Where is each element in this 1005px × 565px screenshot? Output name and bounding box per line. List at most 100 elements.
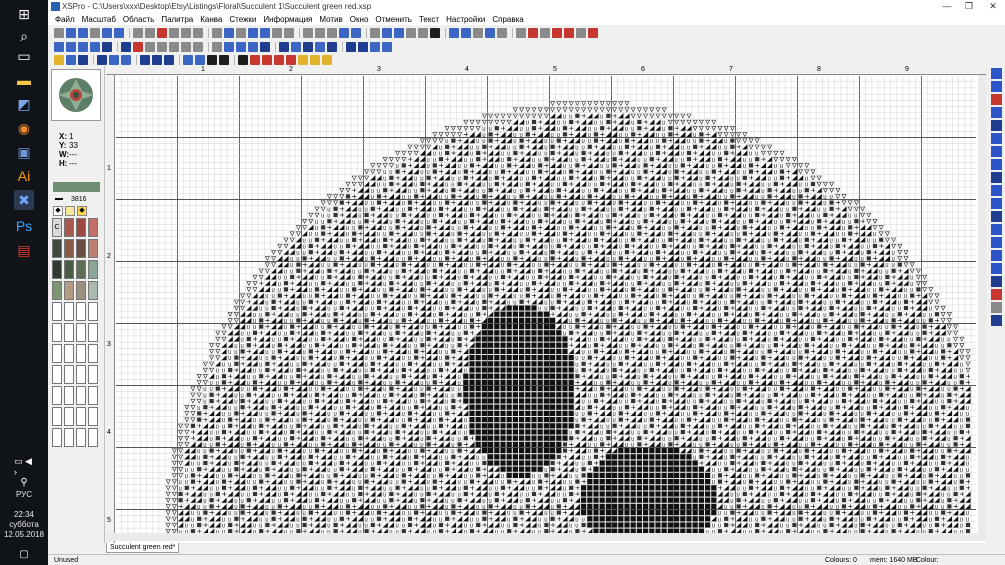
toolbar-tool-icon[interactable] (66, 41, 76, 52)
toolbar-tool-icon[interactable] (552, 27, 562, 38)
toolbar-tool-icon[interactable] (576, 27, 586, 38)
toolbar-tool-icon[interactable] (224, 27, 234, 38)
palette-empty-slot[interactable] (88, 323, 98, 342)
palette-swatch[interactable] (76, 218, 86, 237)
stitch-tool-icon[interactable] (991, 81, 1002, 92)
stitch-tool-icon[interactable] (991, 315, 1002, 326)
toolbar-tool-icon[interactable] (358, 41, 368, 52)
toolbar-tool-icon[interactable] (181, 27, 191, 38)
toolbar-tool-icon[interactable] (181, 41, 191, 52)
toolbar-tool-icon[interactable] (90, 27, 100, 38)
stitch-tool-icon[interactable] (991, 172, 1002, 183)
toolbar-tool-icon[interactable] (66, 54, 76, 65)
menu-text[interactable]: Текст (419, 15, 439, 24)
diamond-icon[interactable]: ◆ (77, 206, 87, 216)
palette-swatch[interactable] (52, 260, 62, 279)
stitch-tool-icon[interactable] (991, 107, 1002, 118)
stitch-tool-icon[interactable] (991, 302, 1002, 313)
palette-swatch[interactable] (64, 239, 74, 258)
palette-empty-slot[interactable] (88, 302, 98, 321)
keyboard-language[interactable]: РУС (0, 490, 48, 499)
toolbar-tool-icon[interactable] (145, 27, 155, 38)
vertical-scrollbar[interactable] (978, 75, 986, 533)
palette-swatch[interactable] (76, 281, 86, 300)
toolbar-tool-icon[interactable] (540, 27, 550, 38)
toolbar-tool-icon[interactable] (78, 41, 88, 52)
toolbar-tool-icon[interactable] (121, 41, 131, 52)
stitch-tool-icon[interactable] (991, 250, 1002, 261)
palette-empty-slot[interactable] (52, 302, 62, 321)
stitch-tool-icon[interactable] (991, 263, 1002, 274)
stitch-tool-icon[interactable] (991, 211, 1002, 222)
toolbar-tool-icon[interactable] (315, 41, 325, 52)
palette-empty-slot[interactable] (76, 323, 86, 342)
toolbar-tool-icon[interactable] (516, 27, 526, 38)
toolbar-tool-icon[interactable] (382, 27, 392, 38)
toolbar-tool-icon[interactable] (485, 27, 495, 38)
palette-empty-slot[interactable] (64, 428, 74, 447)
toolbar-tool-icon[interactable] (238, 54, 248, 65)
taskbar-clock[interactable]: 22:34 суббота 12.05.2018 (0, 510, 48, 540)
restore-button[interactable]: ❐ (958, 0, 980, 13)
highlight-swatch[interactable] (65, 206, 75, 216)
desktop-app-icon[interactable]: ◩ (14, 94, 34, 114)
palette-empty-slot[interactable] (76, 344, 86, 363)
xspro-taskbar-icon[interactable]: ✖ (14, 190, 34, 210)
toolbar-tool-icon[interactable] (418, 27, 428, 38)
menu-settings[interactable]: Настройки (446, 15, 485, 24)
toolbar-tool-icon[interactable] (327, 27, 337, 38)
palette-swatch[interactable] (52, 239, 62, 258)
toolbar-tool-icon[interactable] (164, 54, 174, 65)
palette-swatch[interactable] (88, 260, 98, 279)
toolbar-tool-icon[interactable] (327, 41, 337, 52)
menu-window[interactable]: Окно (350, 15, 369, 24)
toolbar-tool-icon[interactable] (473, 27, 483, 38)
palette-empty-slot[interactable] (88, 386, 98, 405)
toolbar-tool-icon[interactable] (54, 54, 64, 65)
horizontal-scrollbar[interactable] (106, 533, 986, 541)
illustrator-icon[interactable]: Ai (14, 166, 34, 186)
toolbar-tool-icon[interactable] (152, 54, 162, 65)
menu-file[interactable]: Файл (55, 15, 75, 24)
toolbar-tool-icon[interactable] (97, 54, 107, 65)
palette-empty-slot[interactable] (52, 428, 62, 447)
toolbar-tool-icon[interactable] (291, 41, 301, 52)
toolbar-tool-icon[interactable] (260, 41, 270, 52)
palette-empty-slot[interactable] (76, 302, 86, 321)
toolbar-tool-icon[interactable] (284, 27, 294, 38)
document-tab[interactable]: Succulent green red* (106, 543, 180, 553)
network-icon[interactable]: ⚲ (14, 472, 34, 492)
stitch-tool-icon[interactable] (991, 120, 1002, 131)
toolbar-tool-icon[interactable] (339, 27, 349, 38)
toolbar-tool-icon[interactable] (183, 54, 193, 65)
palette-empty-slot[interactable] (88, 428, 98, 447)
menu-motif[interactable]: Мотив (319, 15, 342, 24)
toolbar-tool-icon[interactable] (109, 54, 119, 65)
toolbar-tool-icon[interactable] (193, 27, 203, 38)
palette-empty-slot[interactable] (76, 386, 86, 405)
toolbar-tool-icon[interactable] (497, 27, 507, 38)
menu-palette[interactable]: Палитра (161, 15, 193, 24)
search-icon[interactable]: ⌕ (14, 26, 34, 46)
palette-empty-slot[interactable] (64, 407, 74, 426)
toolbar-tool-icon[interactable] (310, 54, 320, 65)
palette-empty-slot[interactable] (52, 407, 62, 426)
diamond-icon[interactable]: ◆ (53, 206, 63, 216)
palette-empty-slot[interactable] (88, 365, 98, 384)
toolbar-tool-icon[interactable] (207, 54, 217, 65)
palette-swatch[interactable] (76, 260, 86, 279)
palette-swatch[interactable] (64, 218, 74, 237)
palette-empty-slot[interactable] (76, 365, 86, 384)
toolbar-tool-icon[interactable] (430, 27, 440, 38)
palette-swatch[interactable] (64, 260, 74, 279)
pdf-reader-icon[interactable]: ▤ (14, 240, 34, 260)
toolbar-tool-icon[interactable] (66, 27, 76, 38)
menu-zoom[interactable]: Масштаб (82, 15, 116, 24)
palette-empty-slot[interactable] (88, 407, 98, 426)
windows-start-icon[interactable]: ⊞ (14, 4, 34, 24)
current-colour-swatch[interactable] (53, 182, 100, 192)
toolbar-tool-icon[interactable] (195, 54, 205, 65)
toolbar-tool-icon[interactable] (54, 27, 64, 38)
toolbar-tool-icon[interactable] (145, 41, 155, 52)
menu-stitches[interactable]: Стежки (229, 15, 256, 24)
